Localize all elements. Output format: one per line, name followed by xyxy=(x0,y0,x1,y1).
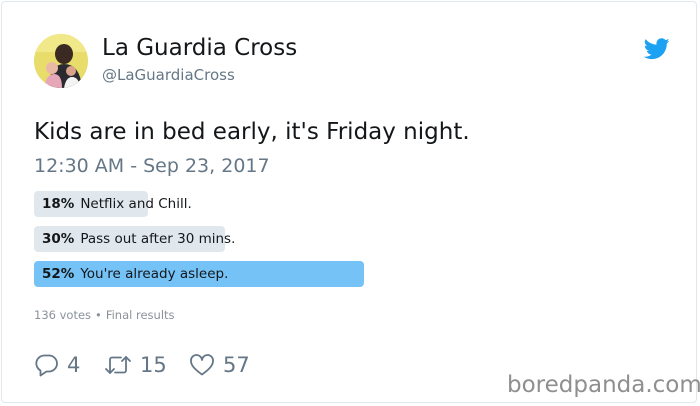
tweet-timestamp[interactable]: 12:30 AM - Sep 23, 2017 xyxy=(34,155,270,177)
poll-option-text: 52% You're already asleep. xyxy=(42,266,228,282)
poll-separator: • xyxy=(95,308,102,322)
like-button[interactable]: 57 xyxy=(189,352,250,378)
retweet-count: 15 xyxy=(140,353,167,377)
poll-percent: 52% xyxy=(42,266,75,282)
avatar[interactable] xyxy=(34,34,88,88)
poll-status: Final results xyxy=(105,308,175,322)
tweet-text: Kids are in bed early, it's Friday night… xyxy=(34,119,470,145)
display-name[interactable]: La Guardia Cross xyxy=(102,35,297,61)
user-handle[interactable]: @LaGuardiaCross xyxy=(102,66,235,84)
like-count: 57 xyxy=(223,353,250,377)
poll-percent: 30% xyxy=(42,231,75,247)
retweet-icon xyxy=(105,356,131,374)
reply-count: 4 xyxy=(67,353,81,377)
poll-option-label: Netflix and Chill. xyxy=(80,196,192,212)
reply-button[interactable]: 4 xyxy=(35,352,80,378)
poll-vote-count: 136 votes xyxy=(34,308,92,322)
poll-option-label: You're already asleep. xyxy=(80,266,229,282)
heart-icon xyxy=(190,354,214,376)
twitter-bird-icon[interactable] xyxy=(643,38,670,60)
poll-option-label: Pass out after 30 mins. xyxy=(80,231,236,247)
poll-meta: 136 votes • Final results xyxy=(34,308,175,322)
poll-option-text: 18% Netflix and Chill. xyxy=(42,196,192,212)
poll-option-text: 30% Pass out after 30 mins. xyxy=(42,231,235,247)
reply-icon xyxy=(35,354,58,377)
poll-percent: 18% xyxy=(42,196,75,212)
watermark: boredpanda.com xyxy=(507,372,700,398)
tweet-card: La Guardia Cross @LaGuardiaCross Kids ar… xyxy=(1,1,700,403)
retweet-button[interactable]: 15 xyxy=(104,352,167,378)
